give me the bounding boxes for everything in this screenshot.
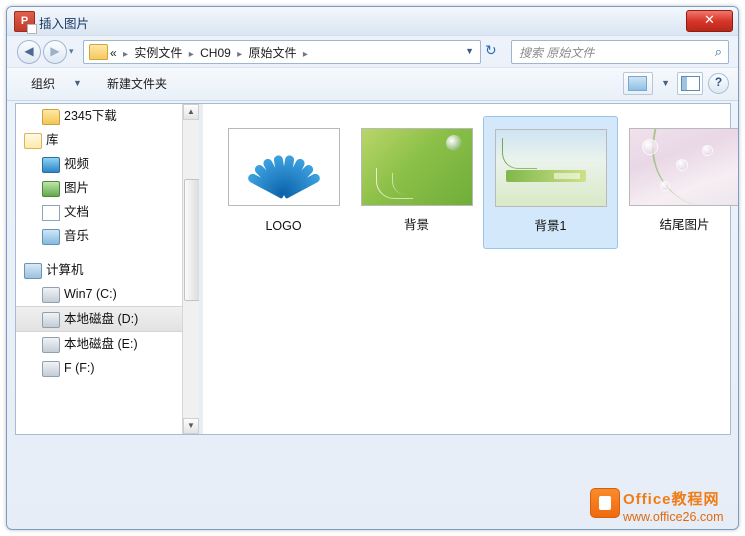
scroll-down-icon[interactable]: ▼ xyxy=(183,418,199,434)
forward-button[interactable]: ▶ xyxy=(43,40,67,64)
nav-item-label: 计算机 xyxy=(46,263,84,277)
breadcrumb-sep-3: ▸ xyxy=(302,49,308,60)
nav-item-drive-e[interactable]: 本地磁盘 (E:) xyxy=(16,332,199,356)
insert-picture-dialog: P 插入图片 ✕ ◀ ▶ ▾ « ▸ 实例文件 ▸ CH09 ▸ 原始文件 ▸ … xyxy=(6,6,739,530)
file-item-ending-picture[interactable]: 结尾图片 xyxy=(618,116,738,247)
preview-pane-button[interactable] xyxy=(677,72,703,95)
nav-item-label: 文档 xyxy=(64,205,90,219)
thumbnail-image xyxy=(494,129,607,207)
search-icon: ⌕ xyxy=(714,44,722,59)
nav-item-label: 2345下载 xyxy=(64,109,117,123)
new-folder-button[interactable]: 新建文件夹 xyxy=(107,75,167,92)
search-placeholder: 搜索 原始文件 xyxy=(519,46,595,60)
folder-icon xyxy=(89,44,108,60)
breadcrumb-prefix: « xyxy=(110,46,117,60)
toolbar: 组织 ▼ 新建文件夹 ▼ ? xyxy=(7,67,738,101)
file-item-background[interactable]: 背景 xyxy=(350,116,483,247)
dialog-title: 插入图片 xyxy=(39,17,90,31)
file-label: LOGO xyxy=(265,219,302,233)
breadcrumb-sep-2: ▸ xyxy=(237,49,243,60)
organize-chevron-down-icon[interactable]: ▼ xyxy=(73,78,82,88)
nav-item-drive-c[interactable]: Win7 (C:) xyxy=(16,282,199,306)
nav-item-pictures[interactable]: 图片 xyxy=(16,176,199,200)
view-mode-button[interactable] xyxy=(623,72,653,95)
nav-item-label: F (F:) xyxy=(64,361,95,375)
breadcrumb: « ▸ 实例文件 ▸ CH09 ▸ 原始文件 ▸ xyxy=(110,44,311,61)
chevron-down-icon[interactable]: ▼ xyxy=(465,46,474,56)
nav-item-drive-f[interactable]: F (F:) xyxy=(16,356,199,380)
nav-item-drive-d[interactable]: 本地磁盘 (D:) xyxy=(16,306,199,332)
breadcrumb-sep-0: ▸ xyxy=(123,49,129,60)
ending-picture-art xyxy=(629,129,738,205)
view-chevron-down-icon[interactable]: ▼ xyxy=(661,78,670,88)
navigation-pane: 2345下载 库 视频 图片 文档 音乐 计算机 Win7 (C:) 本地磁盘 … xyxy=(16,104,199,434)
preview-pane-icon xyxy=(681,76,700,91)
logo-art xyxy=(228,129,339,205)
file-item-logo[interactable]: LOGO xyxy=(217,116,350,247)
nav-item-music[interactable]: 音乐 xyxy=(16,224,199,248)
file-thumbnail-row: LOGO 背景 背景1 结尾图片 xyxy=(217,116,738,249)
thumbnail-image xyxy=(227,128,340,206)
breadcrumb-item-0[interactable]: 实例文件 xyxy=(134,44,182,61)
breadcrumb-sep-1: ▸ xyxy=(188,49,194,60)
help-button[interactable]: ? xyxy=(708,73,729,94)
breadcrumb-item-2[interactable]: 原始文件 xyxy=(249,44,297,61)
address-bar: ◀ ▶ ▾ « ▸ 实例文件 ▸ CH09 ▸ 原始文件 ▸ ▼ ↻ 搜索 原始… xyxy=(7,35,738,67)
nav-item-videos[interactable]: 视频 xyxy=(16,152,199,176)
breadcrumb-item-1[interactable]: CH09 xyxy=(200,46,231,60)
address-input[interactable]: « ▸ 实例文件 ▸ CH09 ▸ 原始文件 ▸ ▼ xyxy=(83,40,481,64)
thumbnail-image xyxy=(628,128,738,206)
powerpoint-icon: P xyxy=(14,11,37,34)
browser-area: 2345下载 库 视频 图片 文档 音乐 计算机 Win7 (C:) 本地磁盘 … xyxy=(15,103,738,435)
scroll-thumb[interactable] xyxy=(184,179,199,301)
video-icon xyxy=(42,157,60,173)
nav-item-label: 图片 xyxy=(64,181,90,195)
title-bar: P 插入图片 ✕ xyxy=(7,7,738,36)
view-icon xyxy=(628,76,647,91)
file-label: 背景 xyxy=(403,218,429,232)
watermark-title: Office教程网 xyxy=(623,491,720,508)
green-background-art xyxy=(361,129,472,205)
watermark: Office教程网 www.office26.com xyxy=(590,486,738,532)
disk-icon xyxy=(42,361,60,377)
nav-item-label: 音乐 xyxy=(64,229,90,243)
library-icon xyxy=(24,133,42,149)
nav-item-label: 库 xyxy=(46,133,59,147)
disk-icon xyxy=(42,287,60,303)
document-badge-icon xyxy=(590,488,620,518)
disk-icon xyxy=(42,337,60,353)
close-button[interactable]: ✕ xyxy=(686,10,733,32)
search-input[interactable]: 搜索 原始文件 ⌕ xyxy=(511,40,729,64)
pictures-icon xyxy=(42,181,60,197)
background1-art xyxy=(495,130,606,206)
nav-item-label: 视频 xyxy=(64,157,90,171)
file-label: 结尾图片 xyxy=(659,218,710,232)
refresh-icon[interactable]: ↻ xyxy=(485,42,497,59)
music-icon xyxy=(42,229,60,245)
nav-item-documents[interactable]: 文档 xyxy=(16,200,199,224)
nav-item-label: 本地磁盘 (E:) xyxy=(64,337,138,351)
nav-scrollbar[interactable]: ▲ ▼ xyxy=(182,104,199,434)
scroll-up-icon[interactable]: ▲ xyxy=(183,104,199,120)
nav-item-downloads[interactable]: 2345下载 xyxy=(16,104,199,128)
nav-item-label: Win7 (C:) xyxy=(64,287,117,301)
file-label: 背景1 xyxy=(534,219,567,233)
history-dropdown-icon[interactable]: ▾ xyxy=(69,47,78,56)
documents-icon xyxy=(42,205,60,221)
nav-item-computer[interactable]: 计算机 xyxy=(16,258,199,282)
organize-button[interactable]: 组织 xyxy=(31,75,55,92)
file-list-pane[interactable]: LOGO 背景 背景1 结尾图片 xyxy=(203,104,738,434)
nav-item-library[interactable]: 库 xyxy=(16,128,199,152)
folder-icon xyxy=(42,109,60,125)
nav-item-label: 本地磁盘 (D:) xyxy=(64,312,139,326)
back-button[interactable]: ◀ xyxy=(17,40,41,64)
watermark-subtitle: www.office26.com xyxy=(623,510,724,524)
thumbnail-image xyxy=(360,128,473,206)
disk-icon xyxy=(42,312,60,328)
computer-icon xyxy=(24,263,42,279)
file-item-background1[interactable]: 背景1 xyxy=(483,116,618,249)
